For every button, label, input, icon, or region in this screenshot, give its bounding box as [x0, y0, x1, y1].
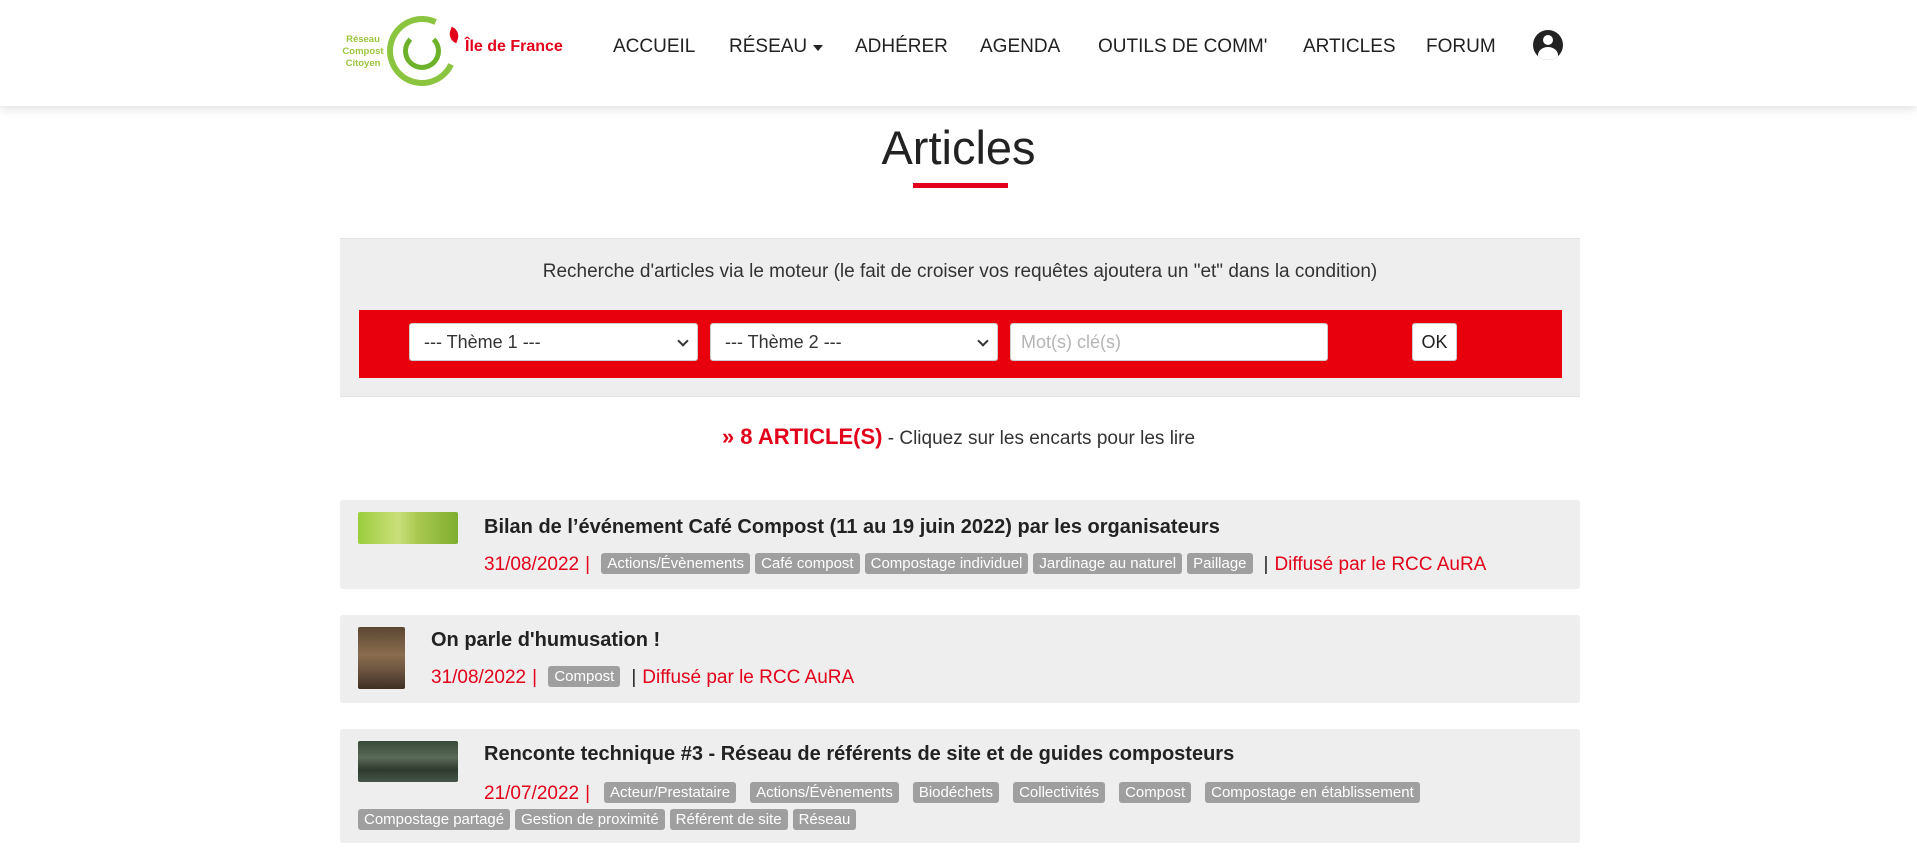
search-description: Recherche d'articles via le moteur (le f…	[542, 261, 1378, 282]
article-source: Diffusé par le RCC AuRA	[642, 667, 855, 688]
article-tag[interactable]: Compostage partagé	[358, 809, 511, 830]
site-header: Réseau Compost Citoyen Île de France ACC…	[0, 0, 1917, 106]
article-meta: 31/08/2022 | Compost | Diffusé par le RCC A…	[431, 666, 855, 688]
article-tag[interactable]: Compostage en établissement	[1205, 782, 1420, 803]
article-tag[interactable]: Compostage individuel	[864, 553, 1029, 574]
site-logo[interactable]: Réseau Compost Citoyen Île de France	[337, 6, 569, 96]
keyword-input[interactable]	[1010, 323, 1328, 361]
article-meta-continued: Compostage partagé Gestion de proximité Ré…	[358, 809, 861, 832]
theme1-select-value: --- Thème 1 ---	[424, 332, 541, 352]
article-meta: 31/08/2022 | Actions/Évènements Café compo…	[484, 553, 1487, 575]
nav-adherer[interactable]: ADHÉRER	[855, 32, 948, 62]
article-date: 31/08/2022	[431, 667, 527, 688]
logo-small-text: Réseau Compost Citoyen	[342, 34, 384, 69]
theme1-select[interactable]: --- Thème 1 ---	[409, 323, 698, 361]
logo-inner-ring-icon	[403, 32, 441, 70]
nav-outils-de-comm[interactable]: OUTILS DE COMM'	[1098, 32, 1267, 62]
title-underline	[913, 183, 1008, 188]
article-source: Diffusé par le RCC AuRA	[1274, 554, 1487, 575]
article-date: 31/08/2022	[484, 554, 580, 575]
search-panel: Recherche d'articles via le moteur (le f…	[340, 238, 1580, 397]
article-tag[interactable]: Actions/Évènements	[601, 553, 751, 574]
article-tag[interactable]: Compost	[1119, 782, 1192, 803]
article-card[interactable]: On parle d'humusation ! 31/08/2022 | Comp…	[340, 615, 1580, 703]
logo-region-text: Île de France	[465, 38, 563, 55]
nav-reseau[interactable]: RÉSEAU	[729, 32, 824, 62]
article-card[interactable]: Renconte technique #3 - Réseau de référe…	[340, 729, 1580, 843]
article-tag[interactable]: Biodéchets	[912, 782, 1000, 803]
article-tag[interactable]: Collectivités	[1013, 782, 1106, 803]
article-tag[interactable]: Gestion de proximité	[515, 809, 665, 830]
article-title: Renconte technique #3 - Réseau de référe…	[484, 743, 1235, 765]
user-account-icon[interactable]	[1533, 30, 1563, 60]
article-thumbnail	[358, 512, 458, 544]
article-meta: 21/07/2022 | Acteur/Prestataire Actions/Évè…	[484, 782, 1434, 805]
article-card[interactable]: Bilan de l’événement Café Compost (11 au…	[340, 500, 1580, 589]
nav-forum[interactable]: FORUM	[1426, 32, 1496, 62]
article-tag[interactable]: Paillage	[1187, 553, 1253, 574]
search-ok-button[interactable]: OK	[1412, 323, 1457, 361]
page-title: Articles	[881, 121, 1036, 174]
chevron-down-icon	[677, 335, 689, 347]
article-thumbnail	[358, 741, 458, 782]
article-tag[interactable]: Acteur/Prestataire	[604, 782, 737, 803]
nav-accueil[interactable]: ACCUEIL	[613, 32, 695, 62]
results-count-label: » 8 ARTICLE(S)	[721, 424, 883, 449]
article-title: Bilan de l’événement Café Compost (11 au…	[484, 516, 1220, 538]
nav-agenda[interactable]: AGENDA	[980, 32, 1060, 62]
theme2-select[interactable]: --- Thème 2 ---	[710, 323, 998, 361]
article-title: On parle d'humusation !	[431, 629, 661, 651]
results-count: » 8 ARTICLE(S) - Cliquez sur les encarts…	[0, 424, 1917, 450]
search-bar: --- Thème 1 --- --- Thème 2 --- OK	[359, 310, 1562, 378]
nav-articles[interactable]: ARTICLES	[1303, 32, 1396, 62]
article-date: 21/07/2022	[484, 783, 580, 804]
results-hint: - Cliquez sur les encarts pour les lire	[887, 428, 1196, 449]
article-tag[interactable]: Café compost	[755, 553, 860, 574]
caret-down-icon	[813, 45, 824, 51]
article-tag[interactable]: Actions/Évènements	[750, 782, 899, 803]
article-tag[interactable]: Jardinage au naturel	[1033, 553, 1183, 574]
nav-reseau-label: RÉSEAU	[729, 36, 808, 57]
article-tag[interactable]: Réseau	[792, 809, 857, 830]
chevron-down-icon	[977, 335, 989, 347]
article-thumbnail	[358, 627, 405, 689]
article-tag[interactable]: Référent de site	[669, 809, 788, 830]
article-tag[interactable]: Compost	[548, 666, 621, 687]
theme2-select-value: --- Thème 2 ---	[725, 332, 842, 352]
